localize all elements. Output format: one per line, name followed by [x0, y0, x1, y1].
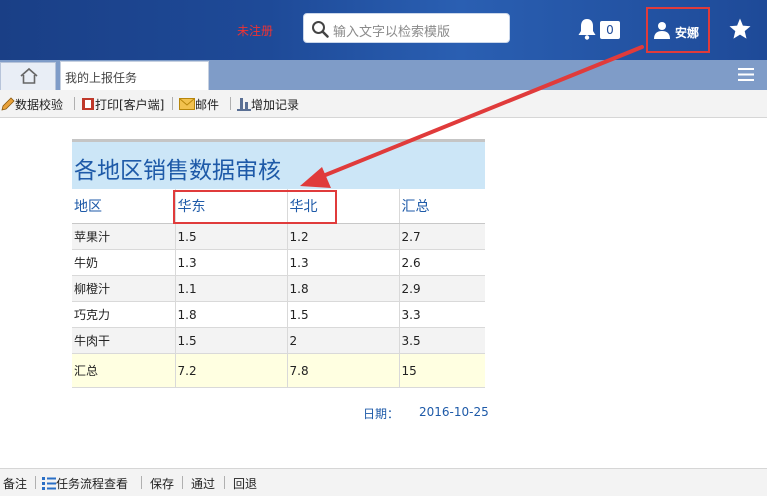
task-flow-button[interactable]: 任务流程查看 — [42, 475, 128, 492]
table-row: 巧克力 1.8 1.5 3.3 — [72, 301, 485, 328]
highlight-box — [173, 190, 337, 224]
home-icon — [20, 67, 38, 84]
template-search-input[interactable]: 输入文字以检索模版 — [303, 13, 510, 43]
notification-count-badge[interactable]: 0 — [600, 21, 620, 39]
add-record-label: 增加记录 — [251, 98, 300, 112]
table-cell: 牛奶 — [72, 249, 176, 276]
report-title: 各地区销售数据审核 — [74, 158, 281, 184]
table-row: 牛肉干 1.5 2 3.5 — [72, 327, 485, 354]
list-icon — [42, 477, 56, 490]
approve-button[interactable]: 通过 — [191, 475, 215, 492]
table-cell: 7.8 — [287, 353, 400, 388]
table-cell[interactable]: 1.3 — [287, 249, 400, 276]
print-client-button[interactable]: 打印[客户端] — [81, 96, 164, 113]
table-cell[interactable]: 1.8 — [287, 275, 400, 302]
tab-my-report-tasks[interactable]: 我的上报任务 — [60, 61, 209, 90]
save-button[interactable]: 保存 — [150, 475, 174, 492]
table-cell[interactable]: 2 — [287, 327, 400, 354]
table-cell: 柳橙汁 — [72, 275, 176, 302]
report-toolbar: 数据校验 打印[客户端] 邮件 增加记录 — [0, 90, 767, 118]
user-account-button[interactable]: 安娜 — [646, 7, 710, 53]
report-title-bar: 各地区销售数据审核 — [72, 139, 485, 189]
mail-icon — [179, 98, 195, 110]
data-validate-label: 数据校验 — [15, 98, 64, 112]
table-row: 柳橙汁 1.1 1.8 2.9 — [72, 275, 485, 302]
table-cell: 7.2 — [175, 353, 288, 388]
search-icon — [312, 21, 329, 38]
task-flow-label: 任务流程查看 — [56, 477, 129, 491]
table-cell[interactable]: 1.1 — [175, 275, 288, 302]
sales-report: 各地区销售数据审核 地区 华东 华北 汇总 苹果汁 1.5 1.2 2.7 牛奶… — [72, 139, 485, 388]
table-cell[interactable]: 1.8 — [175, 301, 288, 328]
column-header: 汇总 — [399, 189, 485, 224]
table-cell[interactable]: 1.5 — [175, 223, 288, 250]
rollback-button[interactable]: 回退 — [233, 475, 257, 492]
email-label: 邮件 — [195, 98, 220, 112]
table-row: 苹果汁 1.5 1.2 2.7 — [72, 223, 485, 250]
bottom-divider — [182, 476, 183, 489]
tab-label: 我的上报任务 — [65, 71, 138, 85]
column-header: 地区 — [72, 189, 176, 224]
user-name: 安娜 — [675, 26, 700, 40]
table-row: 牛奶 1.3 1.3 2.6 — [72, 249, 485, 276]
table-cell: 汇总 — [72, 353, 176, 388]
table-cell: 3.3 — [399, 301, 485, 328]
star-icon[interactable] — [728, 17, 752, 41]
user-icon — [654, 22, 670, 39]
table-cell: 3.5 — [399, 327, 485, 354]
remark-button[interactable]: 备注 — [3, 475, 27, 492]
table-cell[interactable]: 1.3 — [175, 249, 288, 276]
toolbar-divider — [172, 97, 173, 110]
bottom-divider — [224, 476, 225, 489]
table-cell: 2.9 — [399, 275, 485, 302]
table-cell: 巧克力 — [72, 301, 176, 328]
table-total-row: 汇总 7.2 7.8 15 — [72, 353, 485, 388]
bottom-divider — [35, 476, 36, 489]
table-cell[interactable]: 1.5 — [175, 327, 288, 354]
date-label: 日期： — [363, 407, 400, 421]
bottom-action-bar: 备注 任务流程查看 保存 通过 回退 — [0, 468, 767, 496]
hamburger-menu-icon[interactable] — [738, 68, 754, 81]
toolbar-divider — [230, 97, 231, 110]
print-icon — [82, 98, 94, 110]
top-header: 未注册 输入文字以检索模版 0 安娜 — [0, 0, 767, 60]
add-record-button[interactable]: 增加记录 — [237, 96, 299, 113]
search-placeholder: 输入文字以检索模版 — [333, 25, 451, 40]
table-cell[interactable]: 1.5 — [287, 301, 400, 328]
table-cell: 15 — [399, 353, 485, 388]
table-cell: 苹果汁 — [72, 223, 176, 250]
date-value: 2016-10-25 — [419, 405, 489, 419]
tab-home[interactable] — [0, 62, 56, 90]
toolbar-divider — [74, 97, 75, 110]
table-cell: 2.6 — [399, 249, 485, 276]
bell-icon[interactable] — [577, 18, 597, 40]
table-cell[interactable]: 1.2 — [287, 223, 400, 250]
tab-bar: 我的上报任务 — [0, 60, 767, 90]
unregistered-label: 未注册 — [237, 24, 274, 38]
bottom-divider — [141, 476, 142, 489]
table-cell: 牛肉干 — [72, 327, 176, 354]
data-validate-button[interactable]: 数据校验 — [1, 96, 63, 113]
table-cell: 2.7 — [399, 223, 485, 250]
print-client-label: 打印[客户端] — [95, 98, 165, 112]
add-record-icon — [237, 98, 251, 111]
pencil-icon — [1, 97, 15, 111]
email-button[interactable]: 邮件 — [179, 96, 219, 113]
